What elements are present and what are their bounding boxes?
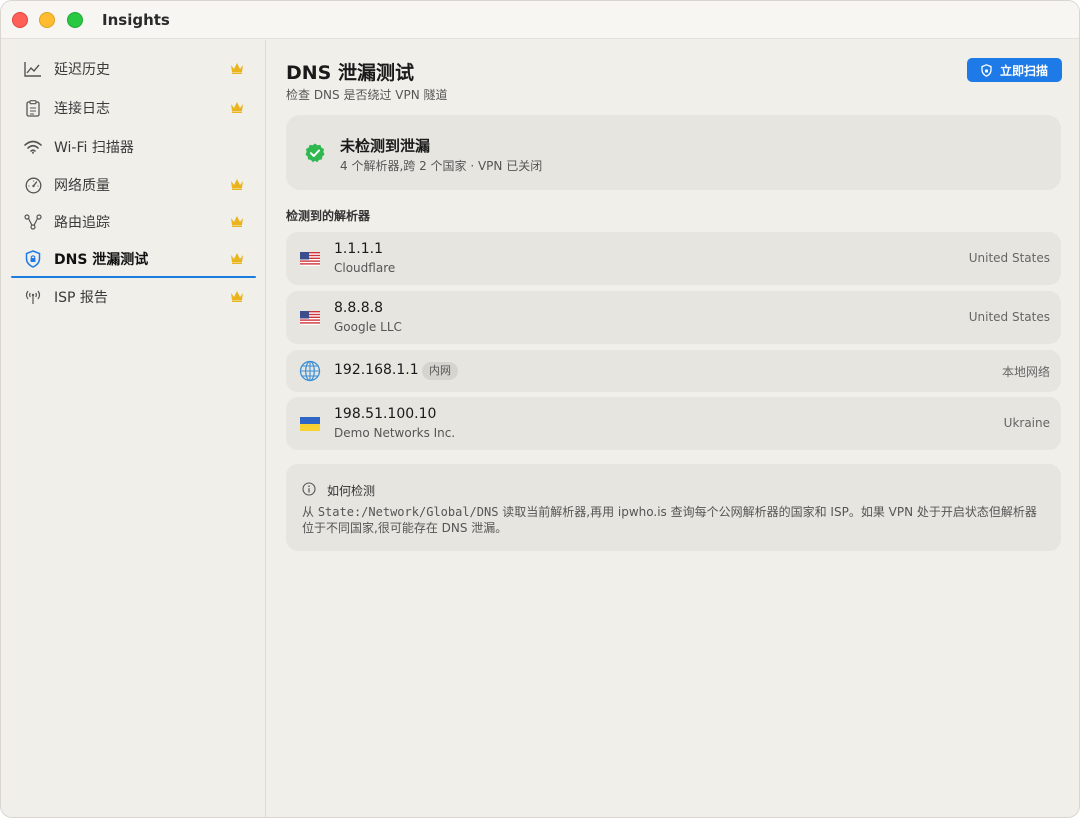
resolver-org: Demo Networks Inc. — [334, 426, 456, 440]
scan-now-label: 立即扫描 — [999, 63, 1048, 78]
us-flag-icon — [300, 311, 320, 325]
how-it-works-title: 如何检测 — [327, 484, 376, 498]
sidebar-item-connection-log[interactable]: 连接日志 — [11, 91, 256, 125]
crown-icon — [231, 291, 243, 302]
crown-icon — [231, 63, 243, 74]
sidebar-item-label: ISP 报告 — [54, 290, 108, 306]
sidebar-item-label: 路由追踪 — [54, 215, 110, 231]
sidebar-item-wifi-scanner[interactable]: Wi-Fi 扫描器 — [11, 130, 256, 164]
sidebar-item-latency-history[interactable]: 延迟历史 — [11, 52, 256, 86]
info-text-prefix: 从 — [302, 505, 318, 519]
close-window-button[interactable] — [12, 12, 28, 28]
resolver-ip: 198.51.100.10 — [334, 406, 437, 422]
app-title: Insights — [102, 11, 170, 29]
status-card: 未检测到泄漏 4 个解析器,跨 2 个国家 · VPN 已关闭 — [286, 115, 1061, 190]
resolver-ip: 1.1.1.1 — [334, 241, 383, 257]
crown-icon — [231, 179, 243, 190]
main-content: DNS 泄漏测试 检查 DNS 是否绕过 VPN 隧道 立即扫描 未检测到泄漏 … — [267, 40, 1079, 817]
resolver-ip: 192.168.1.1 — [334, 362, 419, 378]
us-flag-icon — [300, 252, 320, 266]
minimize-window-button[interactable] — [39, 12, 55, 28]
antenna-icon — [23, 287, 43, 307]
title-bar: Insights — [1, 1, 1079, 39]
verified-check-icon — [305, 143, 325, 163]
sidebar-item-label: DNS 泄漏测试 — [54, 252, 149, 268]
resolver-ip: 8.8.8.8 — [334, 300, 383, 316]
sidebar-item-label: 网络质量 — [54, 178, 110, 194]
info-icon — [302, 482, 316, 496]
zoom-window-button[interactable] — [67, 12, 83, 28]
status-title: 未检测到泄漏 — [340, 137, 431, 155]
resolvers-section-title: 检测到的解析器 — [286, 209, 371, 223]
resolver-country: Ukraine — [1003, 416, 1050, 430]
sidebar-item-network-quality[interactable]: 网络质量 — [11, 168, 256, 202]
crown-icon — [231, 216, 243, 227]
wifi-icon — [23, 137, 43, 157]
resolver-org: Google LLC — [334, 320, 402, 334]
shield-icon — [981, 63, 992, 77]
chart-line-icon — [23, 59, 43, 79]
crown-icon — [231, 102, 243, 113]
app-window: Insights 延迟历史 连接日志 Wi-Fi 扫描器 网络质量 路由追踪 D… — [0, 0, 1080, 818]
resolver-country: 本地网络 — [1001, 365, 1050, 379]
lan-badge: 内网 — [422, 362, 458, 380]
resolver-row: 198.51.100.10 Demo Networks Inc. Ukraine — [286, 397, 1061, 450]
info-text-code: State:/Network/Global/DNS — [317, 505, 499, 519]
resolver-country: United States — [968, 251, 1050, 265]
page-title: DNS 泄漏测试 — [286, 62, 414, 84]
sidebar: 延迟历史 连接日志 Wi-Fi 扫描器 网络质量 路由追踪 DNS 泄漏测试 I… — [1, 40, 266, 817]
sidebar-item-label: 连接日志 — [54, 101, 110, 117]
globe-icon — [299, 360, 321, 382]
resolver-country: United States — [968, 310, 1050, 324]
resolver-org: Cloudflare — [334, 261, 396, 275]
clipboard-icon — [23, 98, 43, 118]
shield-lock-icon — [23, 249, 43, 269]
ua-flag-icon — [300, 417, 320, 431]
how-it-works-text: 从 State:/Network/Global/DNS 读取当前解析器,再用 i… — [302, 504, 1047, 536]
sidebar-item-label: 延迟历史 — [54, 62, 110, 78]
resolver-row: 8.8.8.8 Google LLC United States — [286, 291, 1061, 344]
status-detail: 4 个解析器,跨 2 个国家 · VPN 已关闭 — [340, 159, 543, 173]
resolver-row: 1.1.1.1 Cloudflare United States — [286, 232, 1061, 285]
crown-icon — [231, 253, 243, 264]
sidebar-item-dns-leak-test[interactable]: DNS 泄漏测试 — [11, 242, 256, 278]
how-it-works-card: 如何检测 从 State:/Network/Global/DNS 读取当前解析器… — [286, 464, 1061, 551]
sidebar-item-traceroute[interactable]: 路由追踪 — [11, 205, 256, 239]
gauge-icon — [23, 175, 43, 195]
page-subtitle: 检查 DNS 是否绕过 VPN 隧道 — [286, 88, 448, 102]
scan-now-button[interactable]: 立即扫描 — [967, 58, 1062, 82]
sidebar-item-isp-report[interactable]: ISP 报告 — [11, 280, 256, 314]
route-icon — [23, 212, 43, 232]
sidebar-item-label: Wi-Fi 扫描器 — [54, 140, 134, 156]
resolver-row: 192.168.1.1 内网 本地网络 — [286, 350, 1061, 392]
